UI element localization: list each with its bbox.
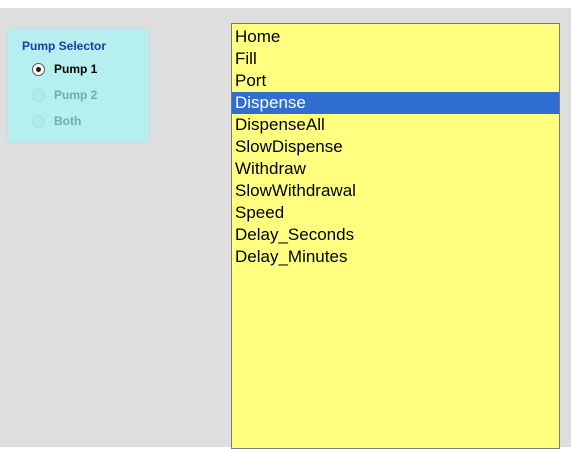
both-label: Both bbox=[54, 114, 82, 128]
pump-1-option[interactable]: Pump 1 bbox=[32, 61, 97, 77]
both-option[interactable]: Both bbox=[32, 113, 81, 129]
list-item-home[interactable]: Home bbox=[232, 26, 559, 48]
list-item-delay-minutes[interactable]: Delay_Minutes bbox=[232, 246, 559, 268]
command-listbox[interactable]: Home Fill Port Dispense DispenseAll Slow… bbox=[231, 23, 560, 449]
list-item-slowdispense[interactable]: SlowDispense bbox=[232, 136, 559, 158]
list-item-dispense[interactable]: Dispense bbox=[232, 92, 559, 114]
pump-selector-group: Pump Selector Pump 1 Pump 2 Both bbox=[7, 28, 150, 143]
list-item-speed[interactable]: Speed bbox=[232, 202, 559, 224]
list-item-slowwithdrawal[interactable]: SlowWithdrawal bbox=[232, 180, 559, 202]
pump-2-label: Pump 2 bbox=[54, 88, 98, 102]
list-item-fill[interactable]: Fill bbox=[232, 48, 559, 70]
app-window: Pump Selector Pump 1 Pump 2 Both Home Fi… bbox=[0, 8, 571, 449]
list-item-withdraw[interactable]: Withdraw bbox=[232, 158, 559, 180]
list-item-port[interactable]: Port bbox=[232, 70, 559, 92]
pump-2-option[interactable]: Pump 2 bbox=[32, 87, 97, 103]
list-item-delay-seconds[interactable]: Delay_Seconds bbox=[232, 224, 559, 246]
list-item-dispenseall[interactable]: DispenseAll bbox=[232, 114, 559, 136]
pump-1-label: Pump 1 bbox=[54, 62, 98, 76]
pump-selector-title: Pump Selector bbox=[20, 39, 109, 53]
both-radio[interactable] bbox=[32, 114, 45, 128]
pump-2-radio[interactable] bbox=[32, 88, 45, 102]
pump-1-radio[interactable] bbox=[32, 62, 45, 76]
